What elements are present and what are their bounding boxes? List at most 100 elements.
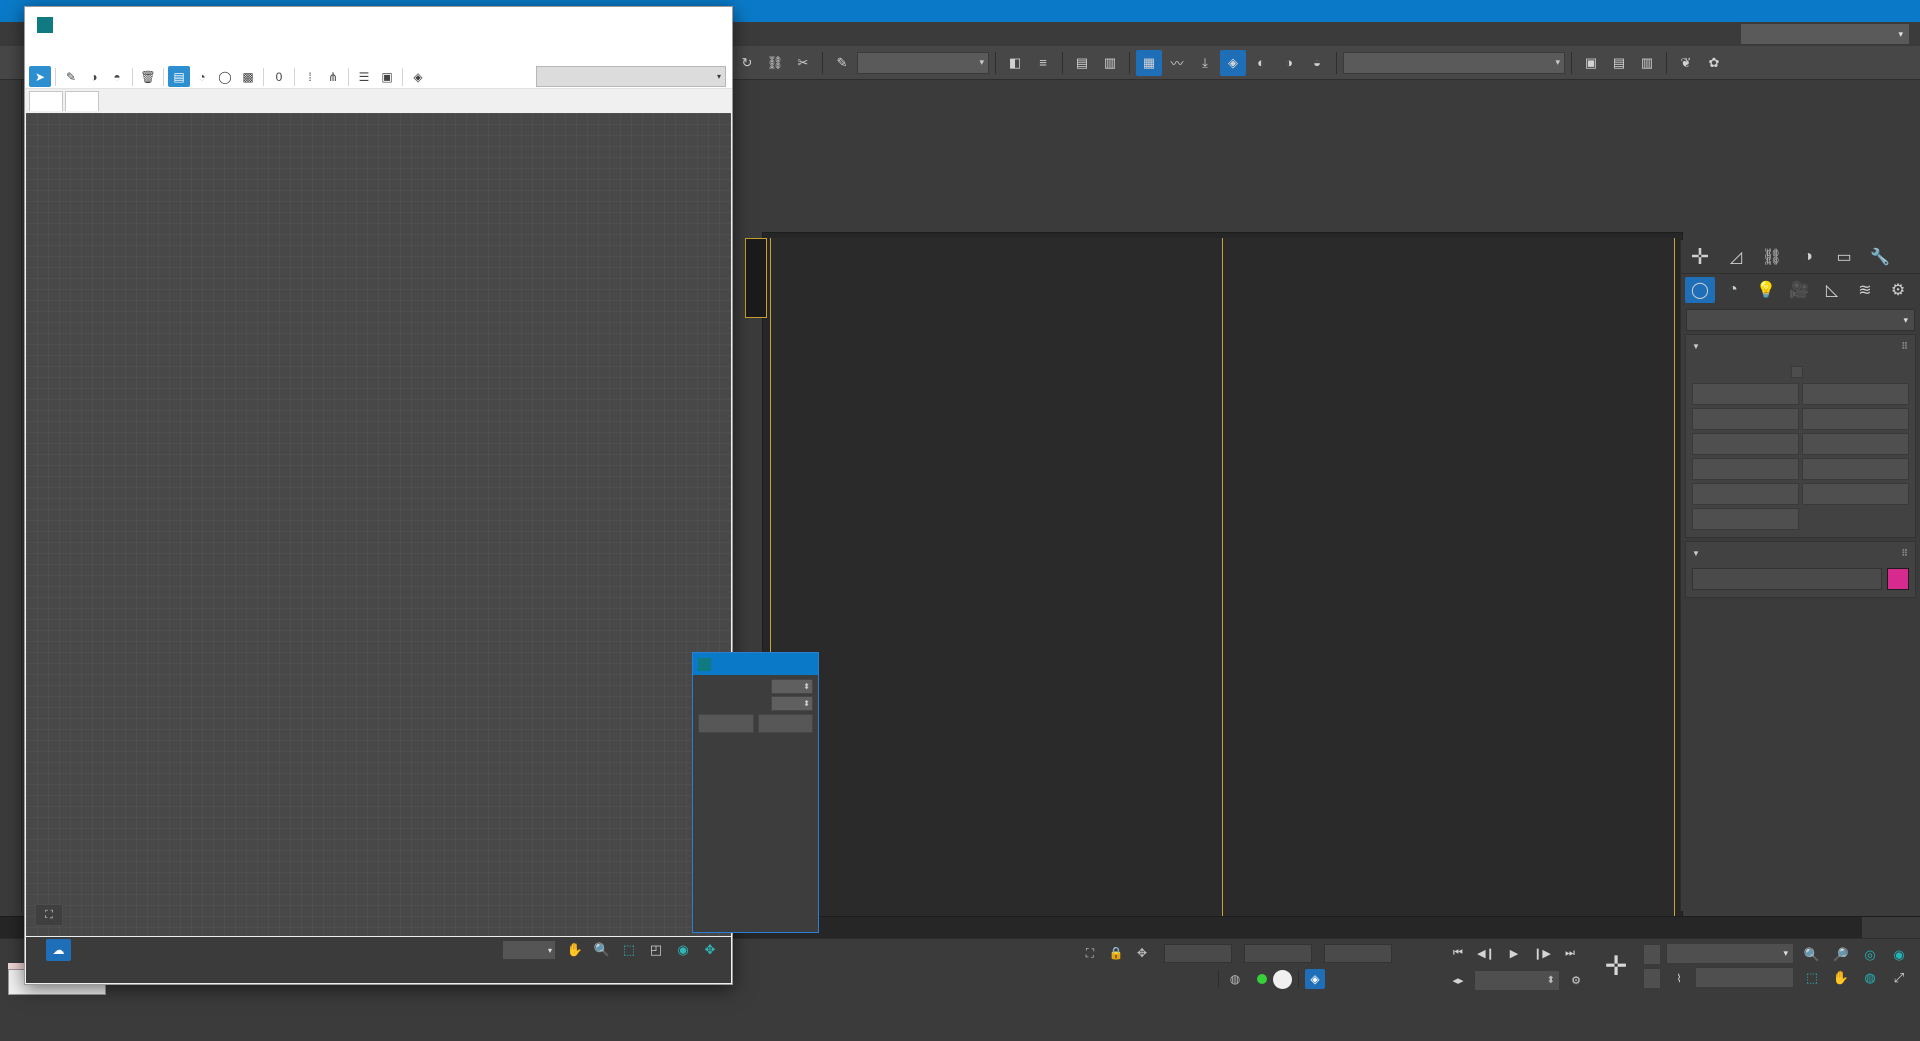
autogrid-checkbox[interactable] — [1791, 366, 1803, 378]
slate-active-view-dropdown[interactable] — [536, 66, 726, 87]
slate-node-canvas[interactable] — [26, 113, 731, 936]
material-id-zero-icon[interactable]: 0 — [268, 66, 290, 87]
slate-tab-vraypick[interactable] — [65, 91, 99, 111]
time-configuration-icon[interactable]: ⚙ — [1563, 968, 1589, 992]
assign-material-icon[interactable]: ◑ — [83, 66, 105, 87]
orbit-icon[interactable]: ◍ — [1857, 968, 1883, 989]
add-time-tag-icon[interactable]: ◈ — [1305, 969, 1325, 989]
next-frame-icon[interactable]: ❙▶ — [1529, 941, 1555, 965]
slate-zoom-icon[interactable]: 🔍 — [591, 940, 613, 961]
object-name-input[interactable] — [1692, 568, 1882, 590]
slate-material-editor-window[interactable]: ➤ ✎ ◑ ◓ 🗑 ▤ ◔ ◯ ▩ 0 ⁞ ⋔ ☰ ▣ ◈ ⛶ ☁ — [24, 6, 733, 985]
create-selection-set-input[interactable] — [857, 51, 989, 74]
category-geometry-icon[interactable]: ◯ — [1685, 277, 1715, 303]
slate-tab-view1[interactable] — [29, 91, 63, 111]
show-end-result-icon[interactable]: ◔ — [191, 66, 213, 87]
goto-start-icon[interactable]: ⏮ — [1445, 941, 1471, 965]
overlay-x-divs-input[interactable] — [771, 679, 813, 694]
slate-zoom-extents-icon[interactable]: ◰ — [645, 940, 667, 961]
background-checker-icon[interactable]: ▩ — [237, 66, 259, 87]
rollout-name-and-color-header[interactable]: ▼ ⠿ — [1686, 542, 1915, 564]
workspaces-dropdown[interactable] — [1740, 23, 1910, 45]
set-key-button[interactable] — [1643, 968, 1661, 989]
category-systems-icon[interactable]: ⚙ — [1883, 277, 1913, 303]
tab-create-icon[interactable]: ✛ — [1685, 243, 1715, 271]
layout-children-icon[interactable]: ⁞ — [299, 66, 321, 87]
layout-all-icon[interactable]: ⋔ — [322, 66, 344, 87]
tab-motion-icon[interactable]: ◑ — [1793, 243, 1823, 271]
camera-nav-widget[interactable] — [745, 238, 767, 318]
create-textplus-button[interactable] — [1692, 508, 1799, 530]
object-color-swatch[interactable] — [1887, 568, 1909, 590]
absolute-relative-icon[interactable]: ✥ — [1132, 943, 1152, 963]
align-icon[interactable]: ≡ — [1030, 50, 1056, 76]
sample-sphere-icon[interactable]: ◯ — [214, 66, 236, 87]
project-folder-icon[interactable]: ▥ — [1634, 50, 1660, 76]
max-close-button[interactable] — [1874, 0, 1920, 22]
coord-z-input[interactable] — [1324, 943, 1392, 963]
category-helpers-icon[interactable]: ◺ — [1817, 277, 1847, 303]
render-setup-icon[interactable]: ◐ — [1248, 50, 1274, 76]
object-category-dropdown[interactable] — [1686, 309, 1915, 331]
render-production-icon[interactable]: ◒ — [1304, 50, 1330, 76]
goto-end-icon[interactable]: ⏭ — [1557, 941, 1583, 965]
create-pyramid-button[interactable] — [1802, 458, 1909, 480]
material-editor-icon[interactable]: ◈ — [1220, 49, 1246, 76]
hair-style-icon[interactable]: ✿ — [1701, 50, 1727, 76]
zoom-extents-icon[interactable]: ◎ — [1857, 945, 1883, 966]
rollout-object-type-header[interactable]: ▼ ⠿ — [1686, 335, 1915, 357]
show-shaded-icon[interactable]: ◓ — [106, 66, 128, 87]
select-link-icon[interactable]: ⛓ — [762, 50, 788, 76]
tab-hierarchy-icon[interactable]: ⛓ — [1757, 243, 1787, 271]
create-cylinder-button[interactable] — [1692, 433, 1799, 455]
tab-modify-icon[interactable]: ◿ — [1721, 243, 1751, 271]
key-mode-icon[interactable]: ◍ — [1225, 969, 1245, 989]
overlay-target-button[interactable] — [757, 714, 813, 733]
select-tool-icon[interactable]: ➤ — [29, 66, 51, 87]
highlight-assets-icon[interactable]: ◈ — [407, 66, 429, 87]
viewport-perspective[interactable] — [770, 238, 1675, 918]
redo-icon[interactable]: ↻ — [734, 50, 760, 76]
slate-zoom-selected-icon[interactable]: ◉ — [672, 940, 694, 961]
autogrid-row[interactable] — [1692, 361, 1909, 383]
previous-frame-icon[interactable]: ◀❙ — [1473, 941, 1499, 965]
select-object-icon[interactable]: ✎ — [829, 50, 855, 76]
create-torus-button[interactable] — [1692, 458, 1799, 480]
slate-pan-icon[interactable]: ✋ — [564, 940, 586, 961]
auto-key-button[interactable] — [1643, 944, 1661, 965]
zoom-icon[interactable]: 🔍 — [1799, 945, 1825, 966]
category-spacewarps-icon[interactable]: ≋ — [1850, 277, 1880, 303]
category-shapes-icon[interactable]: ◔ — [1718, 277, 1748, 303]
slate-zoom-dropdown[interactable] — [502, 940, 556, 960]
create-sphere-button[interactable] — [1692, 408, 1799, 430]
material-id-channel-icon[interactable]: ▤ — [168, 66, 190, 87]
overlay-dialog[interactable] — [692, 652, 819, 933]
delete-node-icon[interactable]: 🗑 — [137, 66, 159, 87]
unlink-icon[interactable]: ✂ — [790, 50, 816, 76]
create-teapot-button[interactable] — [1692, 483, 1799, 505]
project-path-dropdown[interactable] — [1343, 51, 1565, 74]
key-filter-scope-dropdown[interactable] — [1666, 942, 1794, 964]
play-animation-icon[interactable]: ▶ — [1501, 941, 1527, 965]
zoom-all-icon[interactable]: 🔎 — [1828, 945, 1854, 966]
slate-zoom-region-icon[interactable]: ⬚ — [618, 940, 640, 961]
set-key-big-button[interactable]: ✛ — [1594, 944, 1638, 989]
slate-close-button[interactable] — [687, 7, 732, 43]
slate-minimize-button[interactable] — [597, 7, 642, 43]
mirror-icon[interactable]: ◧ — [1002, 50, 1028, 76]
hair-add-icon[interactable]: ❦ — [1673, 50, 1699, 76]
render-status-icon[interactable]: ☁ — [46, 939, 71, 961]
create-plane-button[interactable] — [1802, 483, 1909, 505]
key-mode-toggle-icon[interactable]: ◂▸ — [1445, 968, 1471, 992]
field-of-view-icon[interactable]: ◉ — [1886, 945, 1912, 966]
create-geosphere-button[interactable] — [1802, 408, 1909, 430]
selection-lock-region-icon[interactable]: ⛶ — [1080, 943, 1100, 963]
pick-material-icon[interactable]: ✎ — [60, 66, 82, 87]
open-folder-icon[interactable]: ▤ — [1606, 50, 1632, 76]
key-filters-button[interactable] — [1695, 966, 1794, 988]
coord-y-input[interactable] — [1244, 943, 1312, 963]
overlay-camera-button[interactable] — [698, 714, 754, 733]
max-minimize-button[interactable] — [1782, 0, 1828, 22]
select-by-material-icon[interactable]: ▣ — [376, 66, 398, 87]
pan-view-icon[interactable]: ✋ — [1828, 968, 1854, 989]
